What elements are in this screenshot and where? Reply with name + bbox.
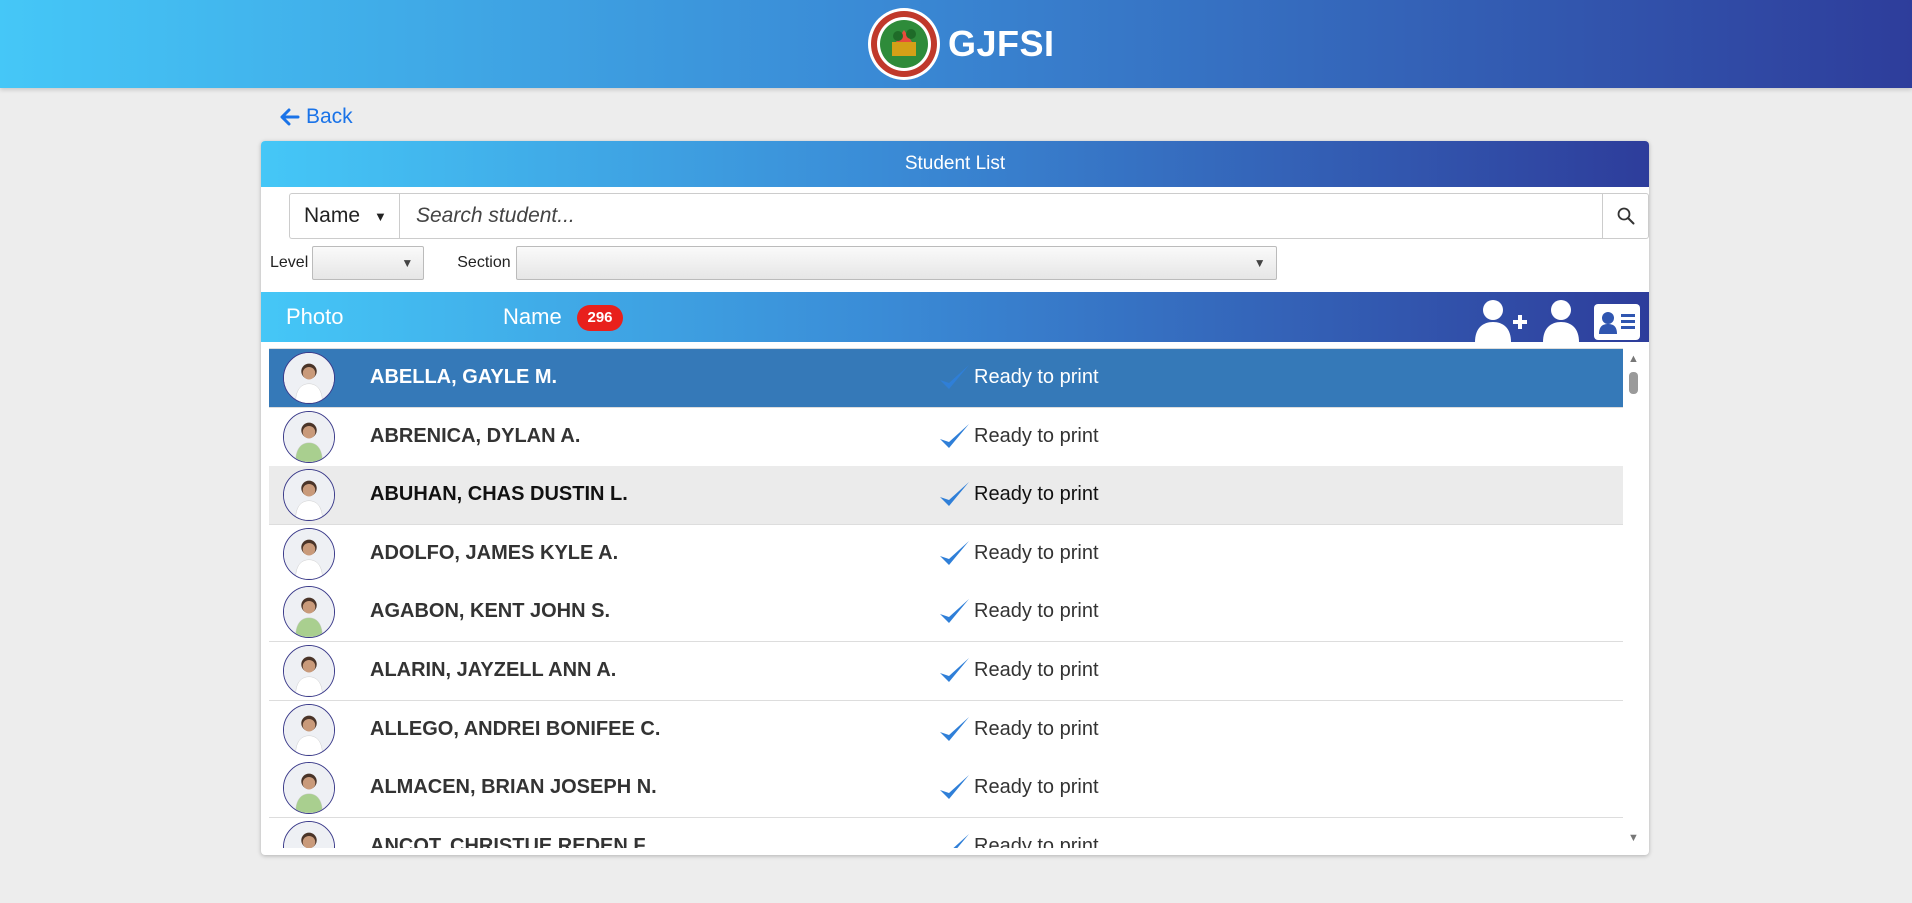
student-count-badge: 296 xyxy=(577,305,623,331)
student-photo xyxy=(283,352,335,404)
add-user-icon[interactable] xyxy=(1473,298,1529,342)
student-list-card: Student List Name ▼ Level ▼ Section ▼ Ph… xyxy=(261,141,1649,855)
scroll-down-icon[interactable]: ▼ xyxy=(1628,832,1639,844)
search-button[interactable] xyxy=(1603,193,1649,239)
user-icon[interactable] xyxy=(1540,298,1582,342)
search-icon xyxy=(1617,207,1634,225)
print-status: Ready to print xyxy=(974,542,1099,564)
student-photo xyxy=(283,704,335,756)
table-row[interactable]: ABRENICA, DYLAN A. Ready to print xyxy=(269,408,1623,467)
student-name: ABRENICA, DYLAN A. xyxy=(370,425,581,447)
student-name: ALLEGO, ANDREI BONIFEE C. xyxy=(370,718,661,740)
check-icon xyxy=(940,658,969,682)
level-select[interactable]: ▼ xyxy=(312,246,425,280)
table-row[interactable]: ALLEGO, ANDREI BONIFEE C. Ready to print xyxy=(269,701,1623,760)
check-icon xyxy=(940,482,969,506)
print-status: Ready to print xyxy=(974,835,1099,848)
section-select[interactable]: ▼ xyxy=(515,246,1277,280)
check-icon xyxy=(940,599,969,623)
table-row[interactable]: ABUHAN, CHAS DUSTIN L. Ready to print xyxy=(269,466,1623,525)
print-status: Ready to print xyxy=(974,718,1099,740)
check-icon xyxy=(940,424,969,448)
student-name: ANCOT, CHRISTUE REDEN F. xyxy=(370,835,649,848)
student-name: ALARIN, JAYZELL ANN A. xyxy=(370,659,617,681)
list-scrollbar[interactable]: ▲ ▼ xyxy=(1623,348,1643,848)
student-photo xyxy=(283,645,335,697)
search-type-select[interactable]: Name ▼ xyxy=(289,193,399,239)
check-icon xyxy=(953,834,969,848)
top-bar: GJFSI xyxy=(0,0,1912,88)
caret-down-icon: ▼ xyxy=(1253,256,1266,270)
section-label: Section xyxy=(457,254,511,271)
check-icon xyxy=(940,775,969,799)
print-status: Ready to print xyxy=(974,776,1099,798)
back-label: Back xyxy=(306,105,353,128)
check-icon xyxy=(940,717,969,741)
brand: GJFSI xyxy=(866,7,1055,81)
column-header-photo: Photo xyxy=(286,304,344,329)
id-card-icon[interactable] xyxy=(1593,298,1641,342)
student-photo xyxy=(283,762,335,814)
print-status: Ready to print xyxy=(974,366,1099,388)
print-status: Ready to print xyxy=(974,600,1099,622)
print-status: Ready to print xyxy=(974,425,1099,447)
table-row[interactable]: ADOLFO, JAMES KYLE A. Ready to print xyxy=(269,525,1623,584)
filters-row: Level ▼ Section ▼ xyxy=(270,245,1277,281)
scrollbar-thumb[interactable] xyxy=(1629,372,1638,394)
table-row[interactable]: ANCOT, CHRISTUE REDEN F. Ready to print xyxy=(269,818,1623,848)
check-icon xyxy=(940,365,969,389)
student-name: ABUHAN, CHAS DUSTIN L. xyxy=(370,483,628,505)
student-list: ABELLA, GAYLE M. Ready to print ABRENICA, … xyxy=(269,348,1623,848)
student-name: ADOLFO, JAMES KYLE A. xyxy=(370,542,619,564)
student-photo xyxy=(283,528,335,580)
brand-name: GJFSI xyxy=(948,23,1055,64)
print-status: Ready to print xyxy=(974,483,1099,505)
student-photo xyxy=(283,411,335,463)
caret-down-icon: ▼ xyxy=(374,208,387,224)
search-input[interactable] xyxy=(399,193,1603,239)
school-seal-logo xyxy=(868,8,940,80)
student-photo xyxy=(283,469,335,521)
table-row[interactable]: ABELLA, GAYLE M. Ready to print xyxy=(269,349,1623,408)
table-row[interactable]: ALMACEN, BRIAN JOSEPH N. Ready to print xyxy=(269,759,1623,818)
column-header-name[interactable]: Name xyxy=(503,304,562,330)
scroll-up-icon[interactable]: ▲ xyxy=(1628,353,1639,365)
print-status: Ready to print xyxy=(974,659,1099,681)
table-row[interactable]: ALARIN, JAYZELL ANN A. Ready to print xyxy=(269,642,1623,701)
table-row[interactable]: AGABON, KENT JOHN S. Ready to print xyxy=(269,583,1623,642)
check-icon xyxy=(940,541,969,565)
search-type-value: Name xyxy=(304,204,361,227)
student-name: ABELLA, GAYLE M. xyxy=(370,366,558,388)
back-link[interactable]: Back xyxy=(280,105,353,129)
table-header: Photo Name 296 xyxy=(261,292,1649,342)
caret-down-icon: ▼ xyxy=(401,256,414,270)
student-photo xyxy=(283,586,335,638)
arrow-left-icon xyxy=(280,108,300,126)
level-label: Level xyxy=(270,254,309,271)
card-title: Student List xyxy=(261,141,1649,187)
student-name: AGABON, KENT JOHN S. xyxy=(370,600,611,622)
student-photo xyxy=(283,821,335,848)
search-bar: Name ▼ xyxy=(289,193,1649,239)
student-name: ALMACEN, BRIAN JOSEPH N. xyxy=(370,776,657,798)
